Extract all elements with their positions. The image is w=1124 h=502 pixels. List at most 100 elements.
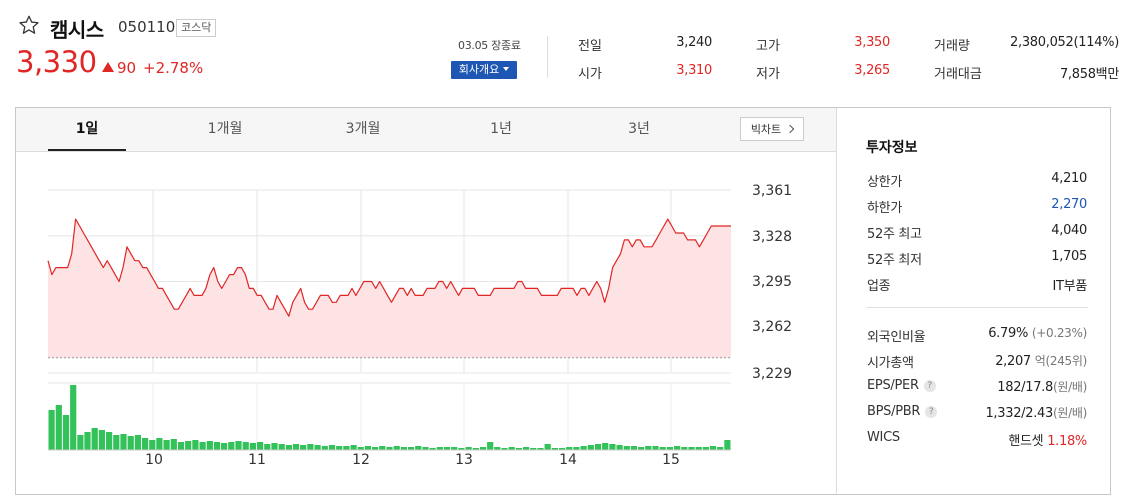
volume-bar — [343, 446, 350, 450]
info-label-market-cap: 시가총액 — [867, 356, 914, 371]
volume-bar — [709, 446, 717, 450]
x-tick-label: 14 — [559, 452, 577, 468]
volume-bar — [580, 446, 587, 450]
volume-bar — [249, 443, 256, 450]
x-tick-label: 11 — [248, 452, 266, 468]
volume-bar — [120, 434, 127, 450]
y-tick-label: 3,295 — [752, 274, 793, 290]
volume-bar — [185, 441, 192, 450]
volume-bar — [142, 438, 149, 450]
volume-bar — [192, 440, 199, 450]
x-tick-label: 13 — [455, 452, 473, 468]
volume-bar — [55, 405, 62, 450]
volume-bar — [285, 445, 292, 450]
volume-bar — [623, 446, 630, 450]
volume-bar — [113, 435, 120, 450]
volume-bar — [336, 446, 343, 450]
volume-bar — [350, 445, 357, 450]
info-value-market-cap: 2,207 억(245위) — [995, 354, 1087, 369]
x-tick-label: 12 — [352, 452, 370, 468]
volume-bar — [379, 446, 386, 450]
volume-bar — [307, 444, 314, 450]
volume-bar — [77, 435, 84, 450]
volume-bar — [163, 440, 170, 450]
volume-bar — [314, 445, 321, 450]
volume-bar — [487, 442, 494, 450]
info-value-52w-low: 1,705 — [1051, 249, 1087, 264]
volume-bar — [48, 410, 55, 450]
volume-bar — [70, 385, 77, 450]
panel-divider — [836, 108, 837, 494]
info-label-52w-high: 52주 최고 — [867, 227, 922, 242]
quote-label-trade-value: 거래대금 — [934, 67, 982, 82]
volume-bar — [645, 446, 652, 450]
volume-bar — [321, 446, 328, 450]
volume-bar — [652, 446, 659, 450]
volume-bar — [228, 442, 235, 450]
y-tick-label: 3,361 — [752, 183, 793, 199]
volume-bar — [62, 415, 70, 450]
volume-bar — [177, 442, 185, 450]
volume-bar — [724, 440, 731, 450]
info-value-industry[interactable]: IT부품 — [1053, 275, 1088, 294]
volume-bar — [156, 438, 163, 450]
volume-bar — [213, 442, 221, 450]
volume-bar — [674, 446, 681, 450]
volume-bar — [300, 445, 307, 450]
y-tick-label: 3,328 — [752, 229, 793, 245]
volume-bar — [199, 442, 206, 450]
investment-info-title: 투자정보 — [866, 140, 918, 156]
y-tick-label: 3,229 — [752, 366, 793, 382]
info-value-eps-per: 182/17.8(원/배) — [997, 380, 1087, 395]
volume-bar — [587, 445, 594, 450]
volume-bar — [235, 441, 242, 450]
volume-bar — [602, 443, 609, 450]
volume-bar — [544, 444, 551, 450]
volume-bar — [609, 444, 616, 450]
help-icon[interactable]: ? — [923, 380, 936, 392]
info-label-foreign-ratio: 외국인비율 — [867, 330, 926, 345]
quote-label-volume: 거래량 — [934, 39, 970, 54]
info-value-52w-high: 4,040 — [1051, 223, 1087, 238]
info-value-wics[interactable]: 핸드셋 1.18% — [1008, 430, 1087, 449]
volume-bar — [84, 432, 91, 450]
info-label-52w-low: 52주 최저 — [867, 253, 922, 268]
x-tick-label: 15 — [662, 452, 680, 468]
volume-bar — [393, 446, 400, 450]
x-tick-label: 10 — [145, 452, 163, 468]
volume-bar — [328, 445, 336, 450]
volume-bar — [364, 446, 371, 450]
y-tick-label: 3,262 — [752, 319, 793, 335]
info-value-bps-pbr: 1,332/2.43(원/배) — [985, 406, 1087, 421]
info-divider — [866, 307, 1088, 308]
info-label-lower-limit: 하한가 — [867, 201, 902, 216]
quote-value-trade-value: 7,858백만 — [1059, 67, 1119, 82]
volume-bar — [630, 446, 637, 450]
volume-bar — [271, 443, 278, 450]
info-label-industry: 업종 — [867, 279, 891, 294]
volume-bar — [242, 442, 249, 450]
volume-bar — [278, 444, 285, 450]
info-label-wics: WICS — [867, 430, 900, 445]
volume-bar — [134, 435, 141, 450]
volume-bar — [91, 428, 98, 450]
volume-bar — [264, 444, 271, 450]
quote-value-volume: 2,380,052(114%) — [1010, 35, 1119, 50]
volume-bar — [127, 436, 134, 450]
volume-bar — [106, 432, 113, 450]
info-label-upper-limit: 상한가 — [867, 175, 902, 190]
info-value-lower-limit: 2,270 — [1051, 197, 1087, 212]
volume-bar — [221, 443, 228, 450]
help-icon[interactable]: ? — [925, 406, 938, 418]
volume-bar — [594, 444, 602, 450]
volume-bar — [206, 441, 213, 450]
volume-bar — [292, 444, 300, 450]
info-value-upper-limit: 4,210 — [1051, 171, 1087, 186]
volume-bar — [415, 446, 422, 450]
intraday-price-chart — [47, 189, 731, 451]
info-label-bps-pbr: BPS/PBR? — [867, 404, 938, 419]
volume-bar — [170, 439, 177, 450]
volume-bar — [257, 442, 264, 450]
volume-bar — [616, 445, 623, 450]
info-value-foreign-ratio: 6.79% (+0.23%) — [988, 326, 1087, 341]
